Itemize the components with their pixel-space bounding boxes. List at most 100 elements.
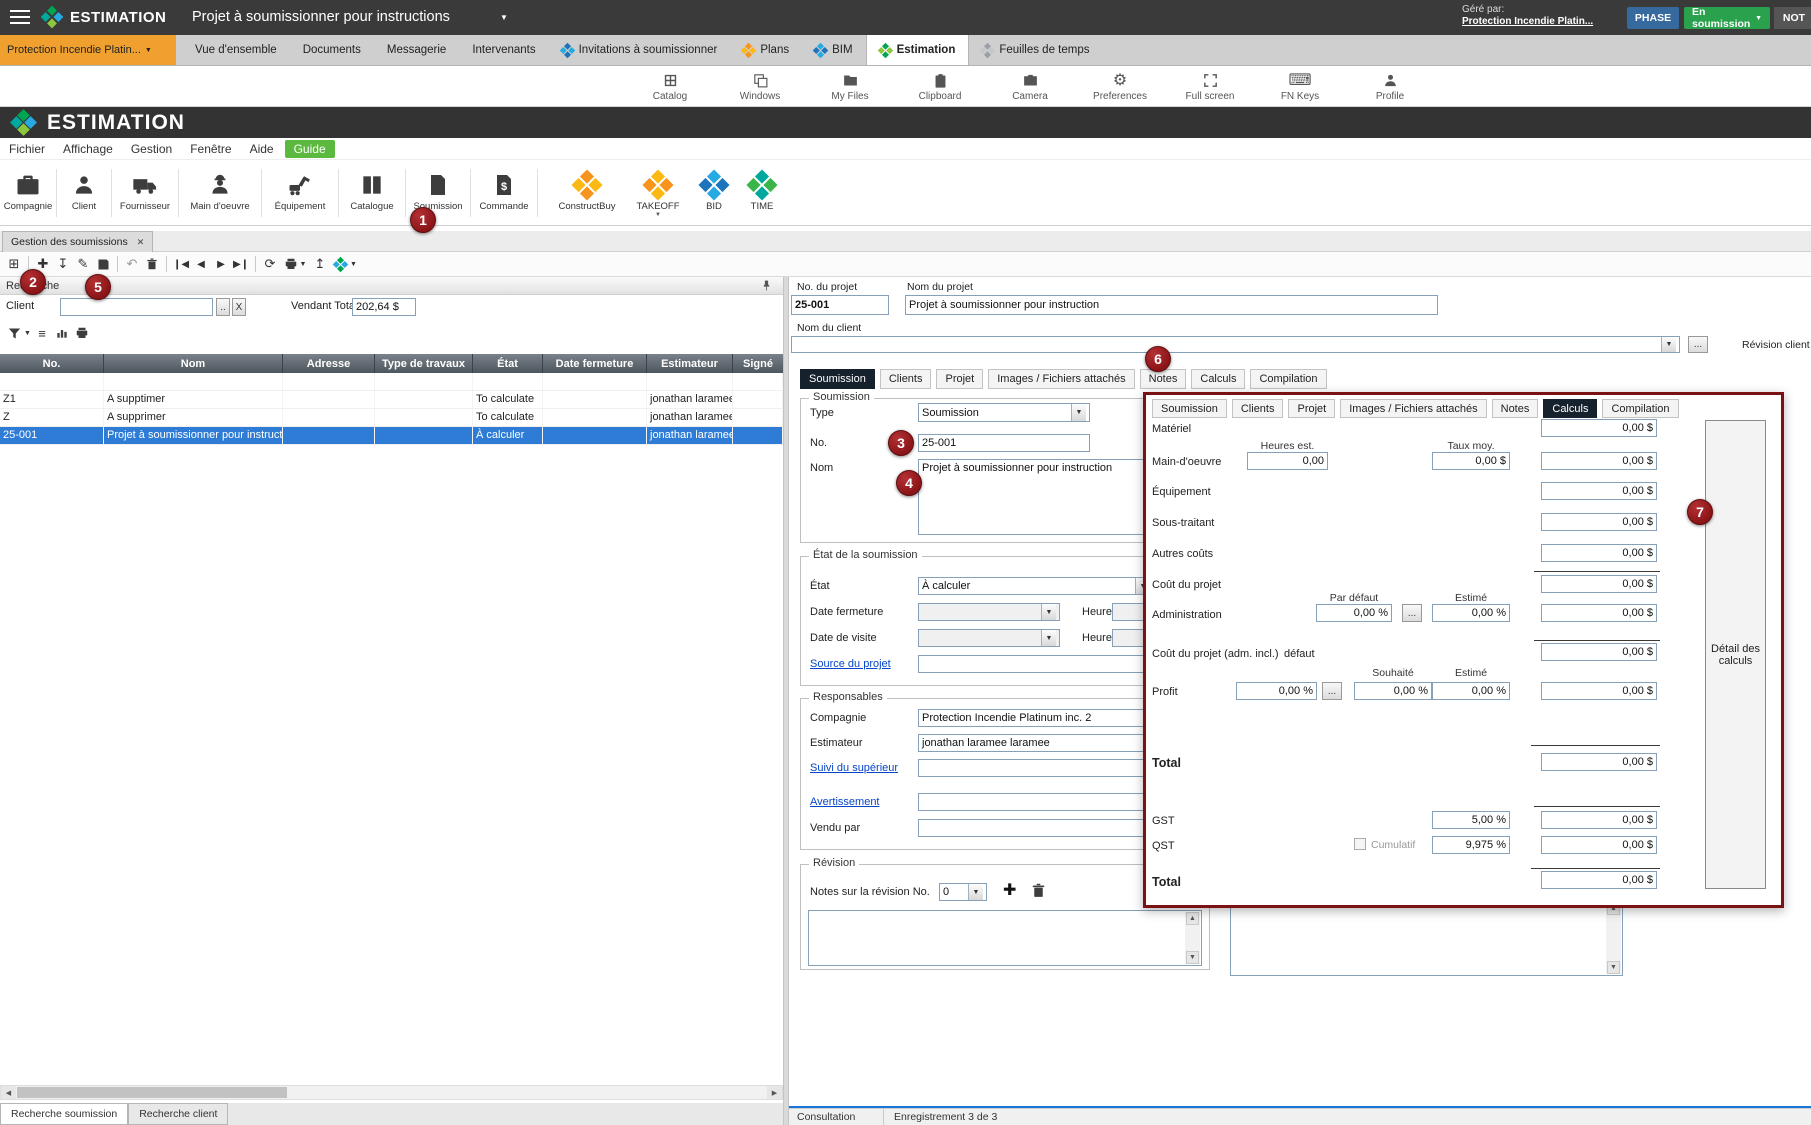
tab-images-fichiers[interactable]: Images / Fichiers attachés <box>1340 399 1486 418</box>
last-record-icon[interactable]: ▶❙ <box>231 254 251 274</box>
table-row[interactable]: Z A supprimer To calculate jonathan lara… <box>0 409 783 427</box>
data-grid-icon[interactable]: ⊞ <box>4 254 24 274</box>
administration-defaut-field[interactable]: 0,00 % <box>1316 604 1392 622</box>
project-title[interactable]: Projet à soumissionner pour instructions <box>192 9 450 25</box>
tab-recherche-client[interactable]: Recherche client <box>128 1103 228 1125</box>
tab-notes[interactable]: Notes <box>1492 399 1539 418</box>
gst-rate-field[interactable]: 5,00 % <box>1432 811 1510 829</box>
suivi-superieur-field[interactable] <box>918 759 1154 777</box>
import-icon[interactable]: ↧ <box>53 254 73 274</box>
hamburger-menu-icon[interactable] <box>10 10 30 24</box>
company-tab[interactable]: Protection Incendie Platin... ▼ <box>0 35 176 65</box>
chevron-down-icon[interactable]: ▼ <box>968 884 983 900</box>
panel-splitter[interactable] <box>783 277 789 1125</box>
diamond-menu-button[interactable]: ▼ <box>330 254 362 274</box>
tab-recherche-soumission[interactable]: Recherche soumission <box>0 1103 128 1125</box>
tab-intervenants[interactable]: Intervenants <box>459 35 548 65</box>
detail-calculs-button[interactable]: Détail des calculs <box>1705 420 1766 889</box>
column-header[interactable]: Estimateur <box>647 354 733 373</box>
estimateur-field[interactable]: jonathan laramee laramee <box>918 734 1154 752</box>
compagnie-field[interactable]: Protection Incendie Platinum inc. 2 <box>918 709 1154 727</box>
column-header[interactable]: Signé <box>733 354 783 373</box>
export-icon[interactable]: ↥ <box>310 254 330 274</box>
tab-clients[interactable]: Clients <box>1232 399 1284 418</box>
gst-total-field[interactable]: 0,00 $ <box>1541 811 1657 829</box>
profit-total-field[interactable]: 0,00 $ <box>1541 682 1657 700</box>
tab-gestion-des-soumissions[interactable]: Gestion des soumissions ✕ <box>2 231 153 252</box>
refresh-icon[interactable]: ⟳ <box>260 254 280 274</box>
column-header[interactable]: Nom <box>104 354 283 373</box>
no-field[interactable]: 25-001 <box>918 434 1090 452</box>
tab-clients[interactable]: Clients <box>880 369 932 389</box>
first-record-icon[interactable]: ❙◀ <box>171 254 191 274</box>
column-header[interactable]: Date fermeture <box>543 354 647 373</box>
tab-compilation[interactable]: Compilation <box>1250 369 1326 389</box>
takeoff-button[interactable]: TAKEOFF ▼ <box>626 160 690 225</box>
horizontal-scrollbar[interactable]: ◀ ▶ <box>0 1085 783 1100</box>
delete-revision-icon[interactable] <box>1030 882 1047 899</box>
date-visite-select[interactable]: ▼ <box>918 629 1060 647</box>
commande-button[interactable]: $ Commande <box>471 160 537 225</box>
tab-bim[interactable]: BIM <box>802 35 865 65</box>
column-header[interactable]: Adresse <box>283 354 375 373</box>
tab-projet[interactable]: Projet <box>1288 399 1335 418</box>
close-icon[interactable]: ✕ <box>137 237 145 248</box>
equipement-total-field[interactable]: 0,00 $ <box>1541 482 1657 500</box>
main-doeuvre-taux-field[interactable]: 0,00 $ <box>1432 452 1510 470</box>
equipement-button[interactable]: Équipement <box>262 160 338 225</box>
tab-soumission[interactable]: Soumission <box>800 369 875 389</box>
materiel-total-field[interactable]: 0,00 $ <box>1541 419 1657 437</box>
cout-projet-total-field[interactable]: 0,00 $ <box>1541 575 1657 593</box>
status-dropdown-button[interactable]: En soumission▼ <box>1684 7 1770 29</box>
tab-soumission[interactable]: Soumission <box>1152 399 1227 418</box>
menu-fichier[interactable]: Fichier <box>0 140 54 158</box>
main-doeuvre-total-field[interactable]: 0,00 $ <box>1541 452 1657 470</box>
undo-icon[interactable]: ↶ <box>122 254 142 274</box>
delete-icon[interactable] <box>142 254 162 274</box>
total-field[interactable]: 0,00 $ <box>1541 753 1657 771</box>
cout-adm-total-field[interactable]: 0,00 $ <box>1541 643 1657 661</box>
administration-more-button[interactable]: ... <box>1402 604 1422 622</box>
date-fermeture-select[interactable]: ▼ <box>918 603 1060 621</box>
clipboard-button[interactable]: Clipboard <box>895 66 985 107</box>
client-button[interactable]: Client <box>57 160 111 225</box>
constructbuy-button[interactable]: ConstructBuy <box>548 160 626 225</box>
project-title-caret-icon[interactable]: ▼ <box>500 13 508 22</box>
tab-estimation[interactable]: Estimation <box>866 35 970 65</box>
column-header[interactable]: Type de travaux <box>375 354 473 373</box>
autres-couts-total-field[interactable]: 0,00 $ <box>1541 544 1657 562</box>
client-browse-button[interactable]: .. <box>216 298 230 316</box>
table-row[interactable]: Z1 A supptimer To calculate jonathan lar… <box>0 391 783 409</box>
administration-estime-field[interactable]: 0,00 % <box>1432 604 1510 622</box>
profit-estime-field[interactable]: 0,00 % <box>1432 682 1510 700</box>
fournisseur-button[interactable]: Fournisseur <box>112 160 178 225</box>
nom-textarea[interactable]: Projet à soumissionner pour instruction <box>918 459 1154 535</box>
notes-textarea[interactable]: ▲▼ <box>1230 900 1623 976</box>
column-header[interactable]: État <box>473 354 543 373</box>
nom-client-select[interactable]: ▼ <box>791 336 1680 353</box>
bid-button[interactable]: BID <box>690 160 738 225</box>
previous-record-icon[interactable]: ◀ <box>191 254 211 274</box>
tab-plans[interactable]: Plans <box>730 35 802 65</box>
qst-total-field[interactable]: 0,00 $ <box>1541 836 1657 854</box>
menu-aide[interactable]: Aide <box>241 140 283 158</box>
scroll-right-icon[interactable]: ▶ <box>767 1086 782 1099</box>
preferences-button[interactable]: ⚙ Preferences <box>1075 66 1165 107</box>
type-select[interactable]: Soumission▼ <box>918 403 1090 422</box>
main-doeuvre-button[interactable]: Main d'oeuvre <box>179 160 261 225</box>
print-list-button[interactable] <box>72 323 92 343</box>
pin-icon[interactable] <box>760 279 773 292</box>
profit-souhaite-field[interactable]: 0,00 % <box>1354 682 1432 700</box>
tab-invitations[interactable]: Invitations à soumissionner <box>549 35 731 65</box>
menu-fenetre[interactable]: Fenêtre <box>181 140 240 158</box>
add-revision-icon[interactable]: ✚ <box>1003 880 1016 900</box>
notes-button[interactable]: NOT <box>1774 7 1811 29</box>
fullscreen-button[interactable]: Full screen <box>1165 66 1255 107</box>
tab-messagerie[interactable]: Messagerie <box>374 35 459 65</box>
source-projet-link[interactable]: Source du projet <box>810 658 891 670</box>
next-record-icon[interactable]: ▶ <box>211 254 231 274</box>
camera-button[interactable]: Camera <box>985 66 1075 107</box>
textarea-scrollbar[interactable]: ▲▼ <box>1606 902 1621 974</box>
main-doeuvre-heures-field[interactable]: 0,00 <box>1247 452 1328 470</box>
source-projet-field[interactable] <box>918 655 1154 673</box>
